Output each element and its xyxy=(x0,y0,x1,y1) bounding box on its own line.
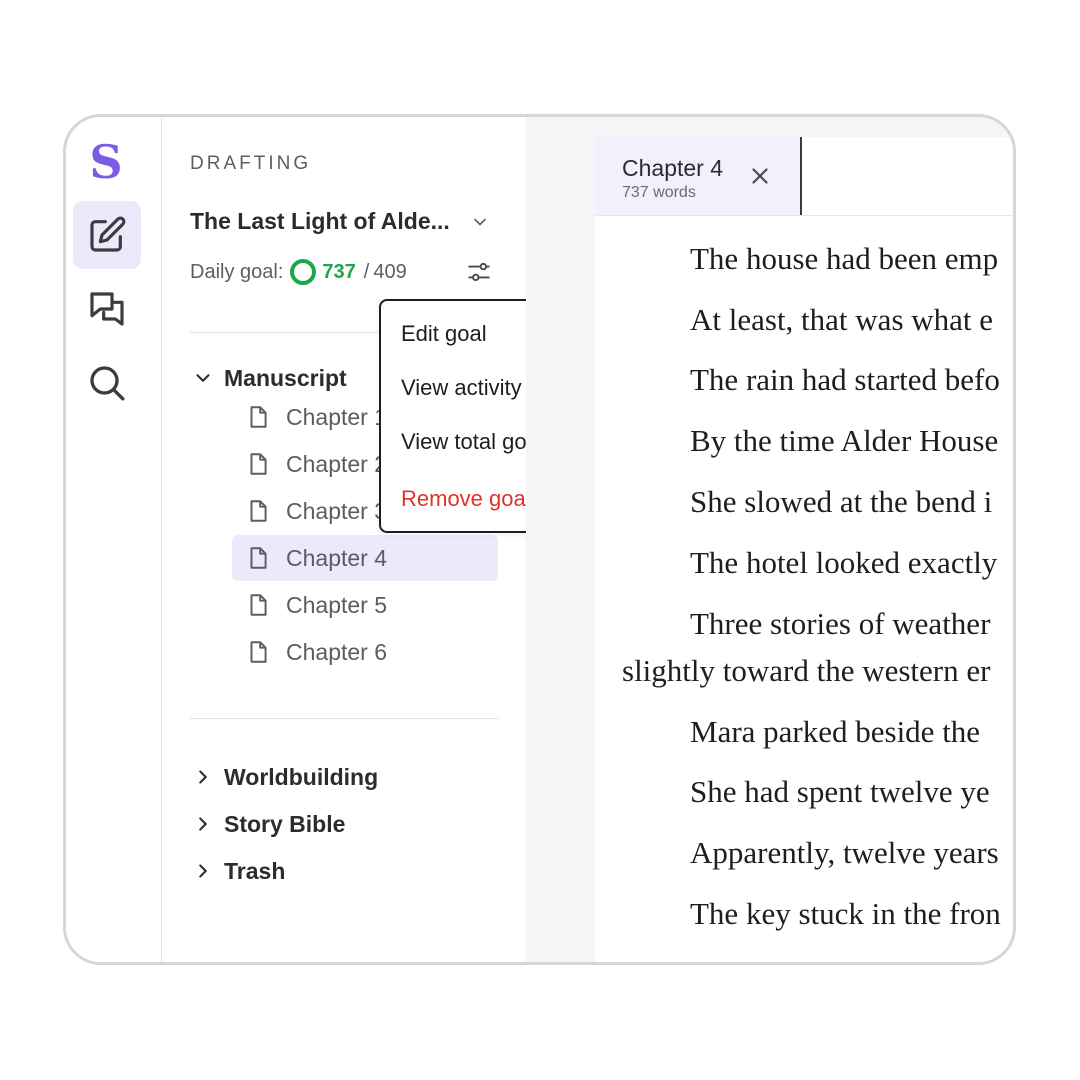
paragraph: Three stories of weather xyxy=(690,606,991,641)
search-icon xyxy=(90,366,125,401)
menu-item-view-total-goal[interactable]: View total goal xyxy=(401,429,544,455)
tab-bar: Chapter 4 737 words xyxy=(595,137,1013,216)
chevron-right-icon xyxy=(190,811,216,837)
document-icon xyxy=(250,594,267,616)
edit-icon xyxy=(90,216,126,252)
document-icon xyxy=(250,406,267,428)
paragraph: By the time Alder House xyxy=(690,423,999,458)
goal-target: 409 xyxy=(373,260,407,283)
goal-label: Daily goal: xyxy=(190,260,284,283)
chapter-label: Chapter 4 xyxy=(286,544,388,571)
drafting-nav-button[interactable] xyxy=(73,201,141,269)
search-nav-button[interactable] xyxy=(73,349,141,417)
chat-icon xyxy=(90,292,124,326)
chevron-right-icon xyxy=(190,764,216,790)
chapter-label: Chapter 5 xyxy=(286,591,388,618)
chapter-item[interactable]: Chapter 5 xyxy=(232,582,498,628)
goal-separator: / xyxy=(363,260,370,283)
icon-rail: S xyxy=(66,117,162,962)
section-label: DRAFTING xyxy=(190,153,312,174)
chapter-label: Chapter 1 xyxy=(286,403,388,430)
paragraph: At least, that was what e xyxy=(690,302,994,337)
paragraph: The hotel looked exactly xyxy=(690,545,998,580)
document-icon xyxy=(250,547,267,569)
folder-trash[interactable]: Trash xyxy=(190,848,285,894)
document-icon xyxy=(250,500,267,522)
project-sidebar: DRAFTING The Last Light of Alde... Daily… xyxy=(162,117,592,962)
goal-progress-ring-icon xyxy=(290,259,317,285)
menu-item-edit-goal[interactable]: Edit goal xyxy=(401,321,487,347)
paragraph: The rain had started befo xyxy=(690,362,1000,397)
close-icon[interactable] xyxy=(747,163,773,189)
sliders-icon xyxy=(468,262,490,282)
goal-options-button[interactable] xyxy=(464,257,494,287)
comments-nav-button[interactable] xyxy=(73,275,141,343)
document-icon xyxy=(250,641,267,663)
tab-word-count: 737 words xyxy=(622,184,696,201)
folder-label: Manuscript xyxy=(224,364,347,391)
folder-label: Trash xyxy=(224,857,286,884)
paragraph: “Of course it does,” she xyxy=(622,957,985,962)
divider xyxy=(190,718,499,719)
editor-pane: Chapter 4 737 words The house had been e… xyxy=(595,137,1013,962)
chapter-label: Chapter 3 xyxy=(286,497,388,524)
chevron-right-icon xyxy=(190,858,216,884)
menu-item-view-activity[interactable]: View activity xyxy=(401,375,522,401)
folder-label: Story Bible xyxy=(224,810,346,837)
paragraph: The house had been emp xyxy=(690,241,999,276)
paragraph: Mara parked beside the xyxy=(690,714,981,749)
project-selector[interactable]: The Last Light of Alde... xyxy=(190,208,490,235)
chapter-label: Chapter 2 xyxy=(286,450,388,477)
chapter-label: Chapter 6 xyxy=(286,638,388,665)
daily-goal: Daily goal: 737 / 409 xyxy=(190,259,407,285)
folder-worldbuilding[interactable]: Worldbuilding xyxy=(190,754,378,800)
app-logo: S xyxy=(89,135,123,189)
paragraph-continuation: slightly toward the western er xyxy=(622,653,991,688)
document-icon xyxy=(250,453,267,475)
tab-chapter[interactable]: Chapter 4 737 words xyxy=(595,137,802,215)
paragraph: Apparently, twelve years xyxy=(690,835,999,870)
paragraph: The key stuck in the fron xyxy=(690,896,1001,931)
chevron-down-icon xyxy=(190,365,216,391)
folder-story-bible[interactable]: Story Bible xyxy=(190,801,345,847)
paragraph: She slowed at the bend i xyxy=(690,484,993,519)
project-title: The Last Light of Alde... xyxy=(190,208,450,234)
goal-current: 737 xyxy=(322,260,356,283)
chapter-item-active[interactable]: Chapter 4 xyxy=(232,535,498,581)
tab-title: Chapter 4 xyxy=(622,155,724,181)
menu-item-remove-goal[interactable]: Remove goal xyxy=(401,486,531,512)
manuscript-text[interactable]: The house had been emp At least, that wa… xyxy=(595,215,1013,962)
chevron-down-icon xyxy=(474,218,486,225)
folder-label: Worldbuilding xyxy=(224,763,379,790)
chapter-item[interactable]: Chapter 6 xyxy=(232,629,498,675)
app-window: S DRAFTING The Last Light of Alde... Dai… xyxy=(63,114,1016,965)
paragraph: She had spent twelve ye xyxy=(690,774,990,809)
